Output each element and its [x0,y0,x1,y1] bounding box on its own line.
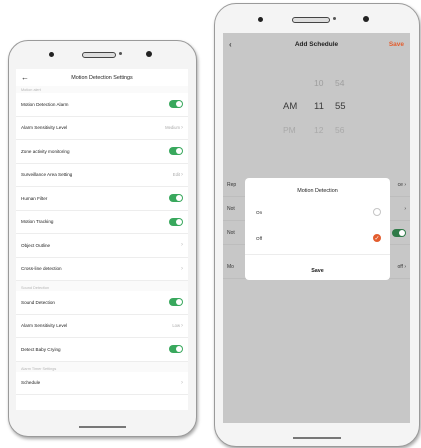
row-label: Human Filter [21,195,48,201]
settings-row[interactable]: Motion Tracking [16,211,188,234]
settings-row[interactable]: Surveillance Area Setting Edit › [16,164,188,187]
speaker-grille [292,17,330,23]
picker-ampm-selected[interactable]: AM [283,101,297,112]
option-label: Off [256,235,263,241]
settings-row[interactable]: Schedule › [16,372,188,395]
settings-row[interactable]: Sound Detection [16,291,188,315]
option-off[interactable]: Off ✓ [256,232,381,244]
add-schedule-screen: ‹ Add Schedule Save 10 54 AM 11 55 PM 12… [223,33,410,423]
settings-row[interactable]: Zone activity monitoring [16,140,188,164]
settings-screen: ← Motion Detection Settings Motion alert… [16,69,188,410]
phone-frame-left: ← Motion Detection Settings Motion alert… [8,40,197,437]
sensor-dot-icon [333,17,336,20]
settings-row[interactable]: Object Outline › [16,234,188,258]
toggle-switch[interactable] [169,345,183,354]
time-picker[interactable]: 10 54 AM 11 55 PM 12 56 [223,73,410,143]
row-value: › [404,205,406,212]
phone-frame-right: ‹ Add Schedule Save 10 54 AM 11 55 PM 12… [214,3,420,447]
page-title: Motion Detection Settings [71,74,133,81]
settings-row[interactable]: Human Filter [16,187,188,211]
row-label: Object Outline [21,242,51,248]
camera-lens-icon [146,51,152,57]
page-title: Add Schedule [294,40,339,48]
schedule-header: ‹ Add Schedule Save [223,33,410,55]
front-camera-icon [49,52,54,57]
settings-row[interactable]: Detect Baby Crying [16,338,188,362]
front-camera-icon [258,17,263,22]
settings-header: ← Motion Detection Settings [16,69,188,86]
picker-hour-above[interactable]: 10 [314,78,323,88]
speaker-grille [82,52,116,58]
section-header-timer: Alarm Timer Settings [16,361,188,372]
toggle-switch[interactable] [169,100,183,109]
dialog-divider [245,254,390,255]
chevron-right-icon: › [181,265,183,272]
chevron-right-icon: › [181,124,183,131]
back-chevron-icon[interactable]: ‹ [229,40,255,49]
row-value: off › [397,263,406,270]
toggle-switch[interactable] [169,194,183,203]
camera-lens-icon [363,16,369,22]
option-on[interactable]: On [256,206,381,218]
picker-hour-selected[interactable]: 11 [314,101,324,112]
option-label: On [256,209,263,215]
radio-selected-check-icon[interactable]: ✓ [373,234,381,242]
toggle-switch[interactable] [169,147,183,156]
chevron-right-icon: › [181,242,183,249]
section-header-sound: Sound Detection [16,281,188,291]
settings-row[interactable]: Alarm Sensitivity Level Low › [16,315,188,338]
settings-row[interactable]: Motion Detection Alarm [16,93,188,117]
settings-row[interactable]: Alarm Sensitivity Level Medium › [16,117,188,140]
dialog-save-button[interactable]: Save [245,268,390,274]
row-label: Motion Detection Alarm [21,101,69,107]
picker-minute-above[interactable]: 54 [335,78,344,88]
phone-top-bezel [9,41,196,67]
picker-ampm-below[interactable]: PM [283,125,296,135]
row-label: Surveillance Area Setting [21,172,73,178]
row-label: Schedule [21,380,41,386]
row-label: Motion Tracking [21,219,54,225]
dialog-title: Motion Detection [297,188,338,194]
row-value: Medium [165,125,180,131]
row-value: ce › [397,181,406,188]
row-value: Edit [172,172,180,178]
chevron-right-icon: › [181,322,183,329]
section-header-motion: Motion alert [16,86,188,93]
row-label: Alarm Sensitivity Level [21,323,68,329]
picker-minute-selected[interactable]: 55 [335,101,346,112]
chevron-right-icon: › [181,171,183,178]
motion-detection-dialog: Motion Detection On Off ✓ Save [245,178,390,280]
phone-top-bezel [215,4,419,30]
row-label: Detect Baby Crying [21,346,61,352]
radio-unselected-icon[interactable] [373,208,381,216]
notification-toggle[interactable] [392,228,406,237]
back-arrow-icon[interactable]: ← [21,73,41,82]
toggle-switch[interactable] [169,298,183,307]
chevron-right-icon: › [181,379,183,386]
header-save-button[interactable]: Save [378,41,404,48]
row-label: Sound Detection [21,299,55,305]
settings-row[interactable]: Cross-line detection › [16,258,188,281]
picker-minute-below[interactable]: 56 [335,125,344,135]
sensor-dot-icon [119,52,122,55]
toggle-switch[interactable] [169,217,183,226]
home-indicator [79,426,126,428]
row-label: Cross-line detection [21,266,62,272]
picker-hour-below[interactable]: 12 [314,125,323,135]
row-label: Zone activity monitoring [21,148,70,154]
home-indicator [293,437,341,439]
row-label: Alarm Sensitivity Level [21,125,68,131]
row-value: Low [172,323,180,329]
